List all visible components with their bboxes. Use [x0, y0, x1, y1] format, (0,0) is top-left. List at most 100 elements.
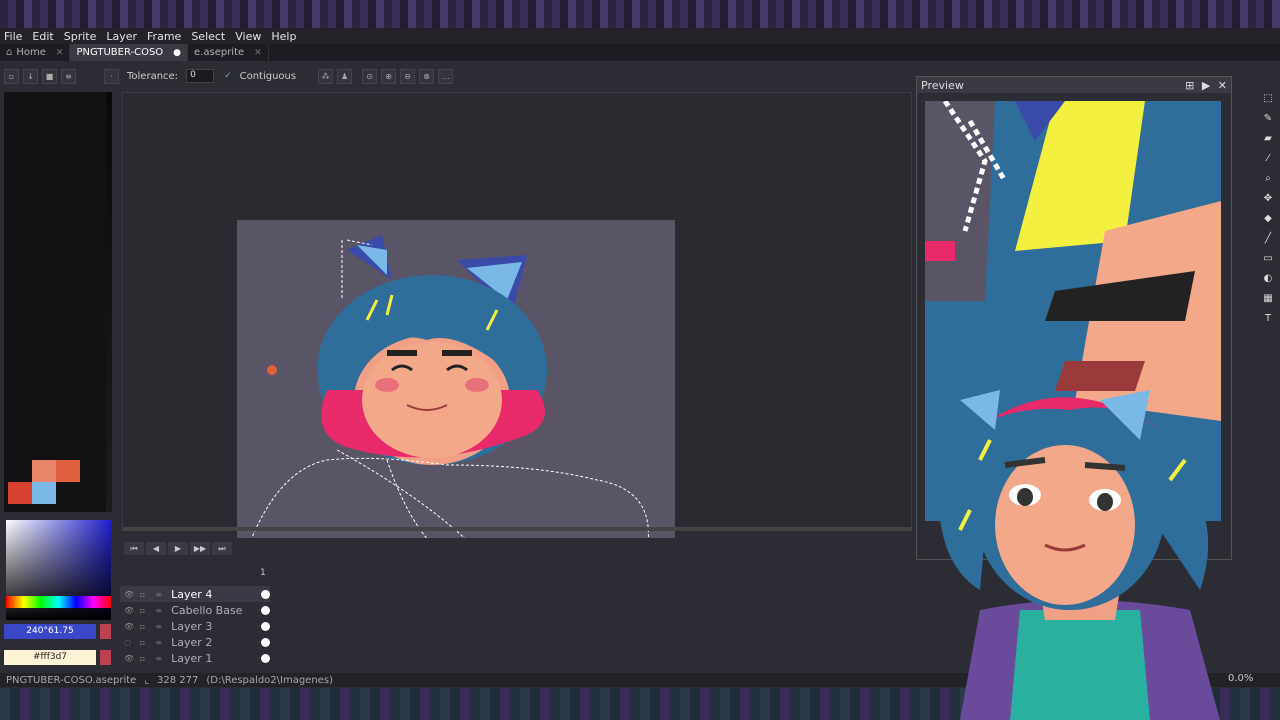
link-icon[interactable]: ∞	[155, 590, 167, 599]
person-icon[interactable]: ♟	[337, 68, 353, 84]
link-icon[interactable]: ∞	[155, 654, 167, 663]
square-icon[interactable]: ■	[42, 68, 57, 84]
pin-icon[interactable]: ⊞	[1185, 79, 1194, 92]
lock-icon[interactable]: ▫	[140, 654, 152, 663]
link-icon[interactable]: ∞	[155, 638, 167, 647]
modified-dot-icon[interactable]: ●	[173, 48, 181, 58]
layer-row[interactable]: 👁 ▫ ∞ Layer 3	[120, 618, 270, 634]
check-icon[interactable]: ✓	[224, 71, 232, 81]
status-path: (D:\Respaldo2\Imagenes)	[206, 674, 333, 686]
palette-swatch[interactable]	[32, 460, 56, 482]
close-icon[interactable]: ✕	[254, 48, 262, 58]
eyedropper-icon[interactable]: ⁄	[1261, 152, 1275, 166]
menu-help[interactable]: Help	[271, 30, 296, 43]
palette-swatch[interactable]	[56, 460, 80, 482]
lock-icon[interactable]: ▫	[140, 606, 152, 615]
menu-file[interactable]: File	[4, 30, 22, 43]
play-icon[interactable]: ▶	[168, 542, 188, 555]
menu-icon[interactable]: ≡	[61, 68, 76, 84]
previous-frame-icon[interactable]: ◀	[146, 542, 166, 555]
playback-controls: ⏮ ◀ ▶ ▶▶ ⏭	[124, 542, 234, 556]
canvas-horizontal-scrollbar[interactable]	[122, 527, 912, 531]
menu-frame[interactable]: Frame	[147, 30, 181, 43]
first-frame-icon[interactable]: ⏮	[124, 542, 144, 555]
menu-layer[interactable]: Layer	[106, 30, 137, 43]
more-icon[interactable]: …	[438, 68, 454, 84]
cel-dot[interactable]	[261, 605, 270, 615]
context-toolbar: ▫ ↓ ■ ≡ · Tolerance: 0 ✓ Contiguous ⁂ ♟ …	[0, 63, 910, 89]
link-icon[interactable]: ∞	[155, 606, 167, 615]
select-replace-icon[interactable]: ⊙	[362, 68, 378, 84]
link-icon[interactable]: ∞	[155, 622, 167, 631]
hue-slider[interactable]	[6, 596, 111, 608]
eye-icon[interactable]: 👁	[124, 654, 136, 663]
menu-bar: File Edit Sprite Layer Frame Select View…	[0, 28, 1280, 44]
tab-label: e.aseprite	[194, 47, 245, 58]
select-subtract-icon[interactable]: ⊖	[400, 68, 416, 84]
pixel-mode-icon[interactable]: ·	[104, 68, 119, 84]
text-icon[interactable]: T	[1261, 312, 1275, 326]
foreground-color-field[interactable]: 240°61.75	[4, 624, 96, 639]
ink-icon[interactable]: ▦	[1261, 292, 1275, 306]
select-add-icon[interactable]: ⊕	[381, 68, 397, 84]
background-color-button[interactable]	[100, 650, 111, 665]
sample-icon[interactable]: ⁂	[318, 68, 334, 84]
frame-number[interactable]: 1	[260, 568, 266, 578]
eye-icon[interactable]: 👁	[124, 606, 136, 615]
play-icon[interactable]: ▶	[1202, 79, 1210, 92]
fill-icon[interactable]: ◆	[1261, 212, 1275, 226]
lock-icon[interactable]: ▫	[4, 68, 19, 84]
layer-name: Layer 3	[171, 619, 213, 633]
lock-icon[interactable]: ▫	[140, 622, 152, 631]
layer-row[interactable]: 👁 ▫ ∞ Layer 1	[120, 650, 270, 666]
tolerance-label: Tolerance:	[127, 70, 179, 82]
palette-swatch[interactable]	[32, 482, 56, 504]
rectangle-icon[interactable]: ▭	[1261, 252, 1275, 266]
sprite-canvas[interactable]	[237, 220, 675, 554]
menu-view[interactable]: View	[235, 30, 261, 43]
lock-icon[interactable]: ▫	[140, 590, 152, 599]
select-intersect-icon[interactable]: ⊗	[419, 68, 435, 84]
marquee-icon[interactable]: ⬚	[1261, 92, 1275, 106]
lock-icon[interactable]: ▫	[140, 638, 152, 647]
status-coords: 328 277	[157, 674, 199, 686]
move-icon[interactable]: ✥	[1261, 192, 1275, 206]
pencil-icon[interactable]: ✎	[1261, 112, 1275, 126]
layer-name: Cabello Base	[171, 603, 243, 617]
layer-row[interactable]: ◌ ▫ ∞ Layer 2	[120, 634, 270, 650]
layer-row[interactable]: 👁 ▫ ∞ Cabello Base	[120, 602, 270, 618]
menu-edit[interactable]: Edit	[32, 30, 53, 43]
preview-titlebar[interactable]: Preview ⊞ ▶ ✕	[917, 77, 1231, 93]
down-arrow-icon[interactable]: ↓	[23, 68, 38, 84]
background-color-field[interactable]: #fff3d7	[4, 650, 96, 665]
blur-icon[interactable]: ◐	[1261, 272, 1275, 286]
eraser-icon[interactable]: ▰	[1261, 132, 1275, 146]
menu-sprite[interactable]: Sprite	[64, 30, 97, 43]
palette-panel	[4, 92, 112, 512]
tab-home[interactable]: ⌂ Home ✕	[0, 44, 71, 61]
contiguous-label[interactable]: Contiguous	[240, 71, 297, 82]
eye-icon[interactable]: 👁	[124, 622, 136, 631]
tab-e-aseprite[interactable]: e.aseprite ✕	[188, 44, 269, 61]
cel-dot[interactable]	[261, 637, 270, 647]
layer-list: 👁 ▫ ∞ Layer 4 👁 ▫ ∞ Cabello Base 👁 ▫ ∞ L…	[120, 586, 270, 666]
zoom-icon[interactable]: ⌕	[1261, 172, 1275, 186]
foreground-color-button[interactable]	[100, 624, 111, 639]
home-icon: ⌂	[6, 47, 13, 58]
cel-dot[interactable]	[261, 589, 270, 599]
close-icon[interactable]: ✕	[56, 48, 64, 58]
line-icon[interactable]: ╱	[1261, 232, 1275, 246]
cel-dot[interactable]	[261, 621, 270, 631]
palette-swatch[interactable]	[8, 482, 32, 504]
next-frame-icon[interactable]: ▶▶	[190, 542, 210, 555]
close-icon[interactable]: ✕	[1218, 79, 1227, 92]
tolerance-input[interactable]: 0	[186, 69, 215, 83]
layer-row[interactable]: 👁 ▫ ∞ Layer 4	[120, 586, 270, 602]
last-frame-icon[interactable]: ⏭	[212, 542, 232, 555]
palette-scrollbar[interactable]	[106, 92, 112, 512]
eye-icon[interactable]: 👁	[124, 590, 136, 599]
menu-select[interactable]: Select	[191, 30, 225, 43]
tab-pngtuber[interactable]: PNGTUBER-COSO ●	[70, 44, 189, 61]
cel-dot[interactable]	[261, 653, 270, 663]
eye-hidden-icon[interactable]: ◌	[124, 638, 136, 647]
